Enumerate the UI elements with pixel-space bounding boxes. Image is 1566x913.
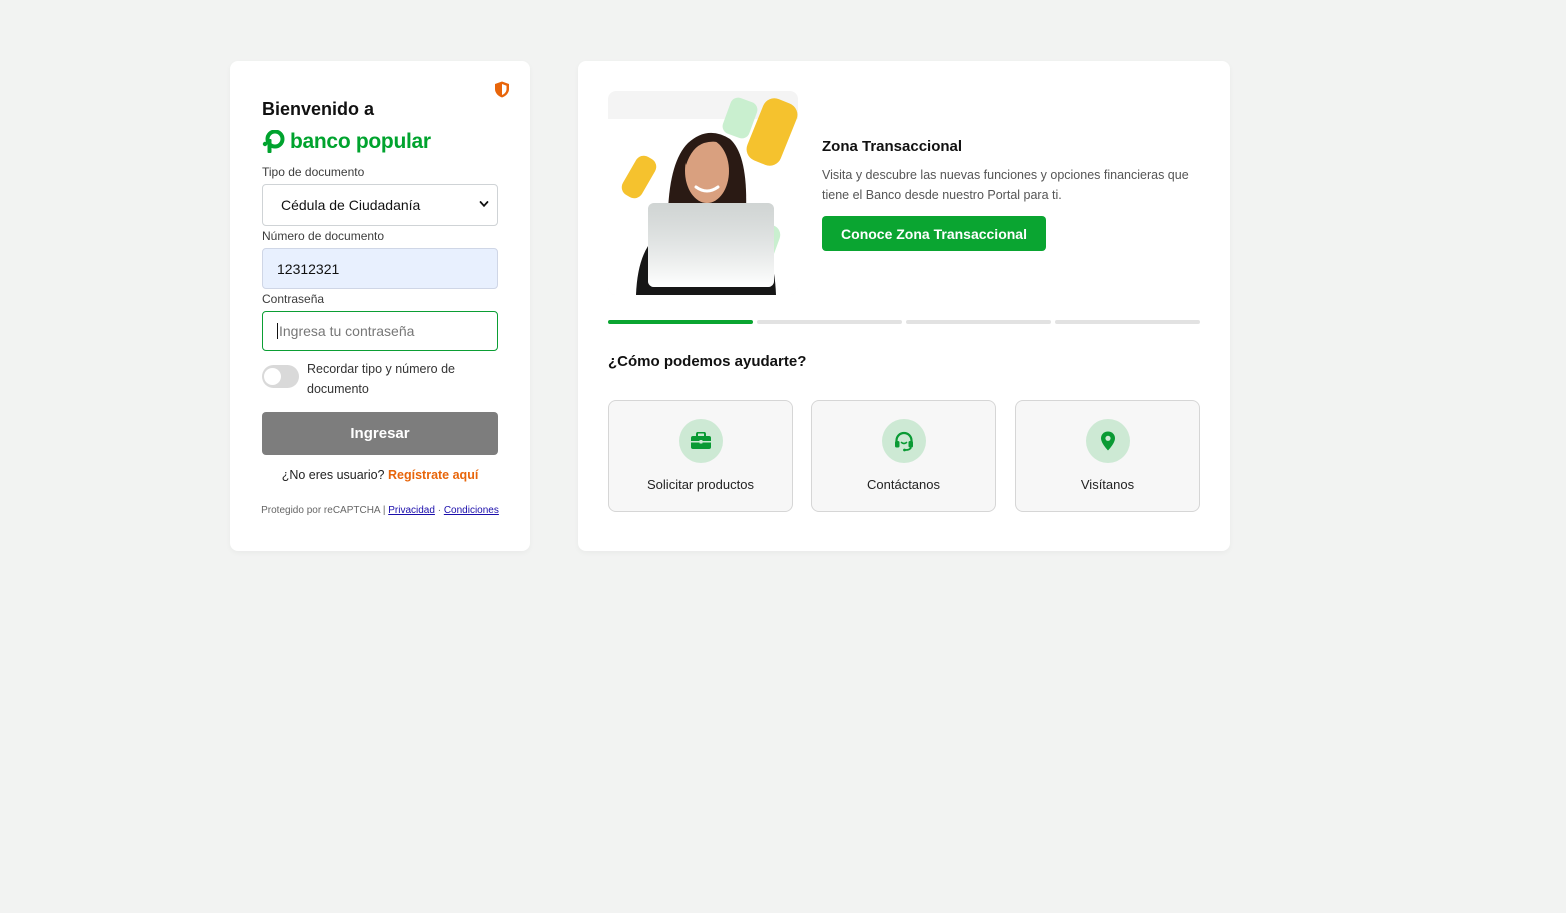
doc-type-select[interactable]: Cédula de Ciudadanía — [262, 184, 498, 226]
promo-button[interactable]: Conoce Zona Transaccional — [822, 216, 1046, 251]
doc-number-input[interactable]: 12312321 — [262, 248, 498, 289]
location-pin-icon — [1086, 419, 1130, 463]
promo-title: Zona Transaccional — [822, 138, 963, 155]
register-link[interactable]: Regístrate aquí — [388, 468, 478, 482]
help-title: ¿Cómo podemos ayudarte? — [608, 353, 807, 370]
promo-description: Visita y descubre las nuevas funciones y… — [822, 168, 1189, 202]
woman-laptop-illustration — [608, 97, 798, 295]
terms-link[interactable]: Condiciones — [444, 505, 499, 516]
hero-illustration — [608, 91, 798, 295]
captcha-text: Protegido por reCAPTCHA | — [261, 505, 386, 516]
login-card: Bienvenido a banco popular Tipo de docum… — [230, 61, 530, 551]
tile-contactanos[interactable]: Contáctanos — [811, 400, 996, 512]
brand-logo: banco popular — [262, 129, 431, 155]
carousel-indicator-3[interactable] — [906, 320, 1051, 324]
login-button[interactable]: Ingresar — [262, 412, 498, 455]
password-label: Contraseña — [262, 292, 325, 306]
tile-label: Contáctanos — [867, 477, 940, 492]
tile-label: Solicitar productos — [647, 477, 754, 492]
doc-type-label: Tipo de documento — [262, 165, 365, 179]
carousel-indicator-4[interactable] — [1055, 320, 1200, 324]
privacy-link[interactable]: Privacidad — [388, 505, 435, 516]
tile-label: Visítanos — [1080, 477, 1135, 492]
banco-popular-logo-icon — [262, 130, 285, 153]
briefcase-icon — [679, 419, 723, 463]
link-separator: · — [437, 505, 442, 516]
info-card: Zona Transaccional Visita y descubre las… — [578, 61, 1230, 551]
remember-label: Recordar tipo y número de documento — [307, 362, 455, 396]
doc-number-label: Número de documento — [262, 229, 385, 243]
chevron-down-icon — [479, 201, 489, 208]
brand-name: banco popular — [290, 130, 431, 153]
register-prompt: ¿No eres usuario? Regístrate aquí — [230, 468, 530, 482]
recaptcha-notice: Protegido por reCAPTCHA | Privacidad · C… — [230, 505, 530, 516]
toggle-knob — [264, 368, 281, 385]
carousel-indicator-2[interactable] — [757, 320, 902, 324]
tile-solicitar-productos[interactable]: Solicitar productos — [608, 400, 793, 512]
password-placeholder: Ingresa tu contraseña — [279, 323, 415, 339]
welcome-title: Bienvenido a — [262, 99, 375, 119]
headset-icon — [882, 419, 926, 463]
remember-toggle[interactable] — [262, 365, 299, 388]
shield-icon — [495, 81, 509, 98]
register-question: ¿No eres usuario? — [281, 468, 385, 482]
doc-number-value: 12312321 — [277, 260, 340, 277]
carousel-indicator-1[interactable] — [608, 320, 753, 324]
doc-type-value: Cédula de Ciudadanía — [281, 197, 421, 213]
password-input[interactable]: Ingresa tu contraseña — [262, 311, 498, 351]
text-caret — [277, 323, 278, 339]
tile-visitanos[interactable]: Visítanos — [1015, 400, 1200, 512]
